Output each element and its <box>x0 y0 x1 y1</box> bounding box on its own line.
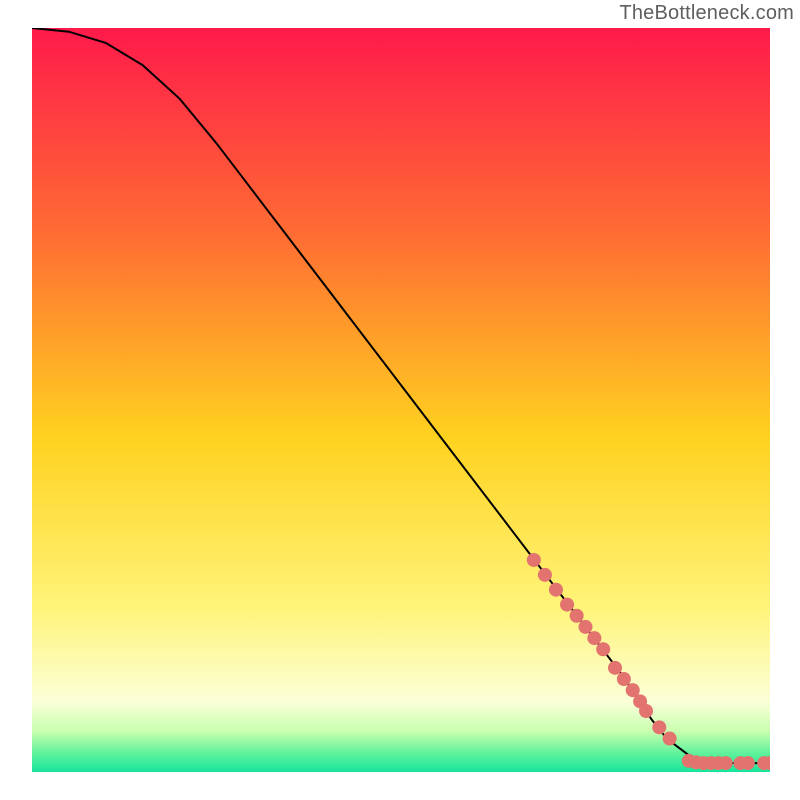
chart-marker <box>527 553 541 567</box>
chart-marker <box>570 609 584 623</box>
chart-svg <box>32 28 770 772</box>
chart-marker <box>538 568 552 582</box>
watermark-text: TheBottleneck.com <box>619 2 794 25</box>
chart-marker <box>617 672 631 686</box>
chart-marker <box>719 756 733 770</box>
chart-marker <box>639 704 653 718</box>
chart-marker <box>579 620 593 634</box>
chart-background-gradient <box>32 28 770 772</box>
chart-plot-area <box>32 28 770 772</box>
stage: TheBottleneck.com <box>0 0 800 800</box>
chart-marker <box>549 583 563 597</box>
chart-marker <box>608 661 622 675</box>
chart-marker <box>663 732 677 746</box>
chart-marker <box>652 720 666 734</box>
chart-marker <box>596 642 610 656</box>
chart-marker <box>560 598 574 612</box>
chart-marker <box>741 756 755 770</box>
chart-marker <box>587 631 601 645</box>
